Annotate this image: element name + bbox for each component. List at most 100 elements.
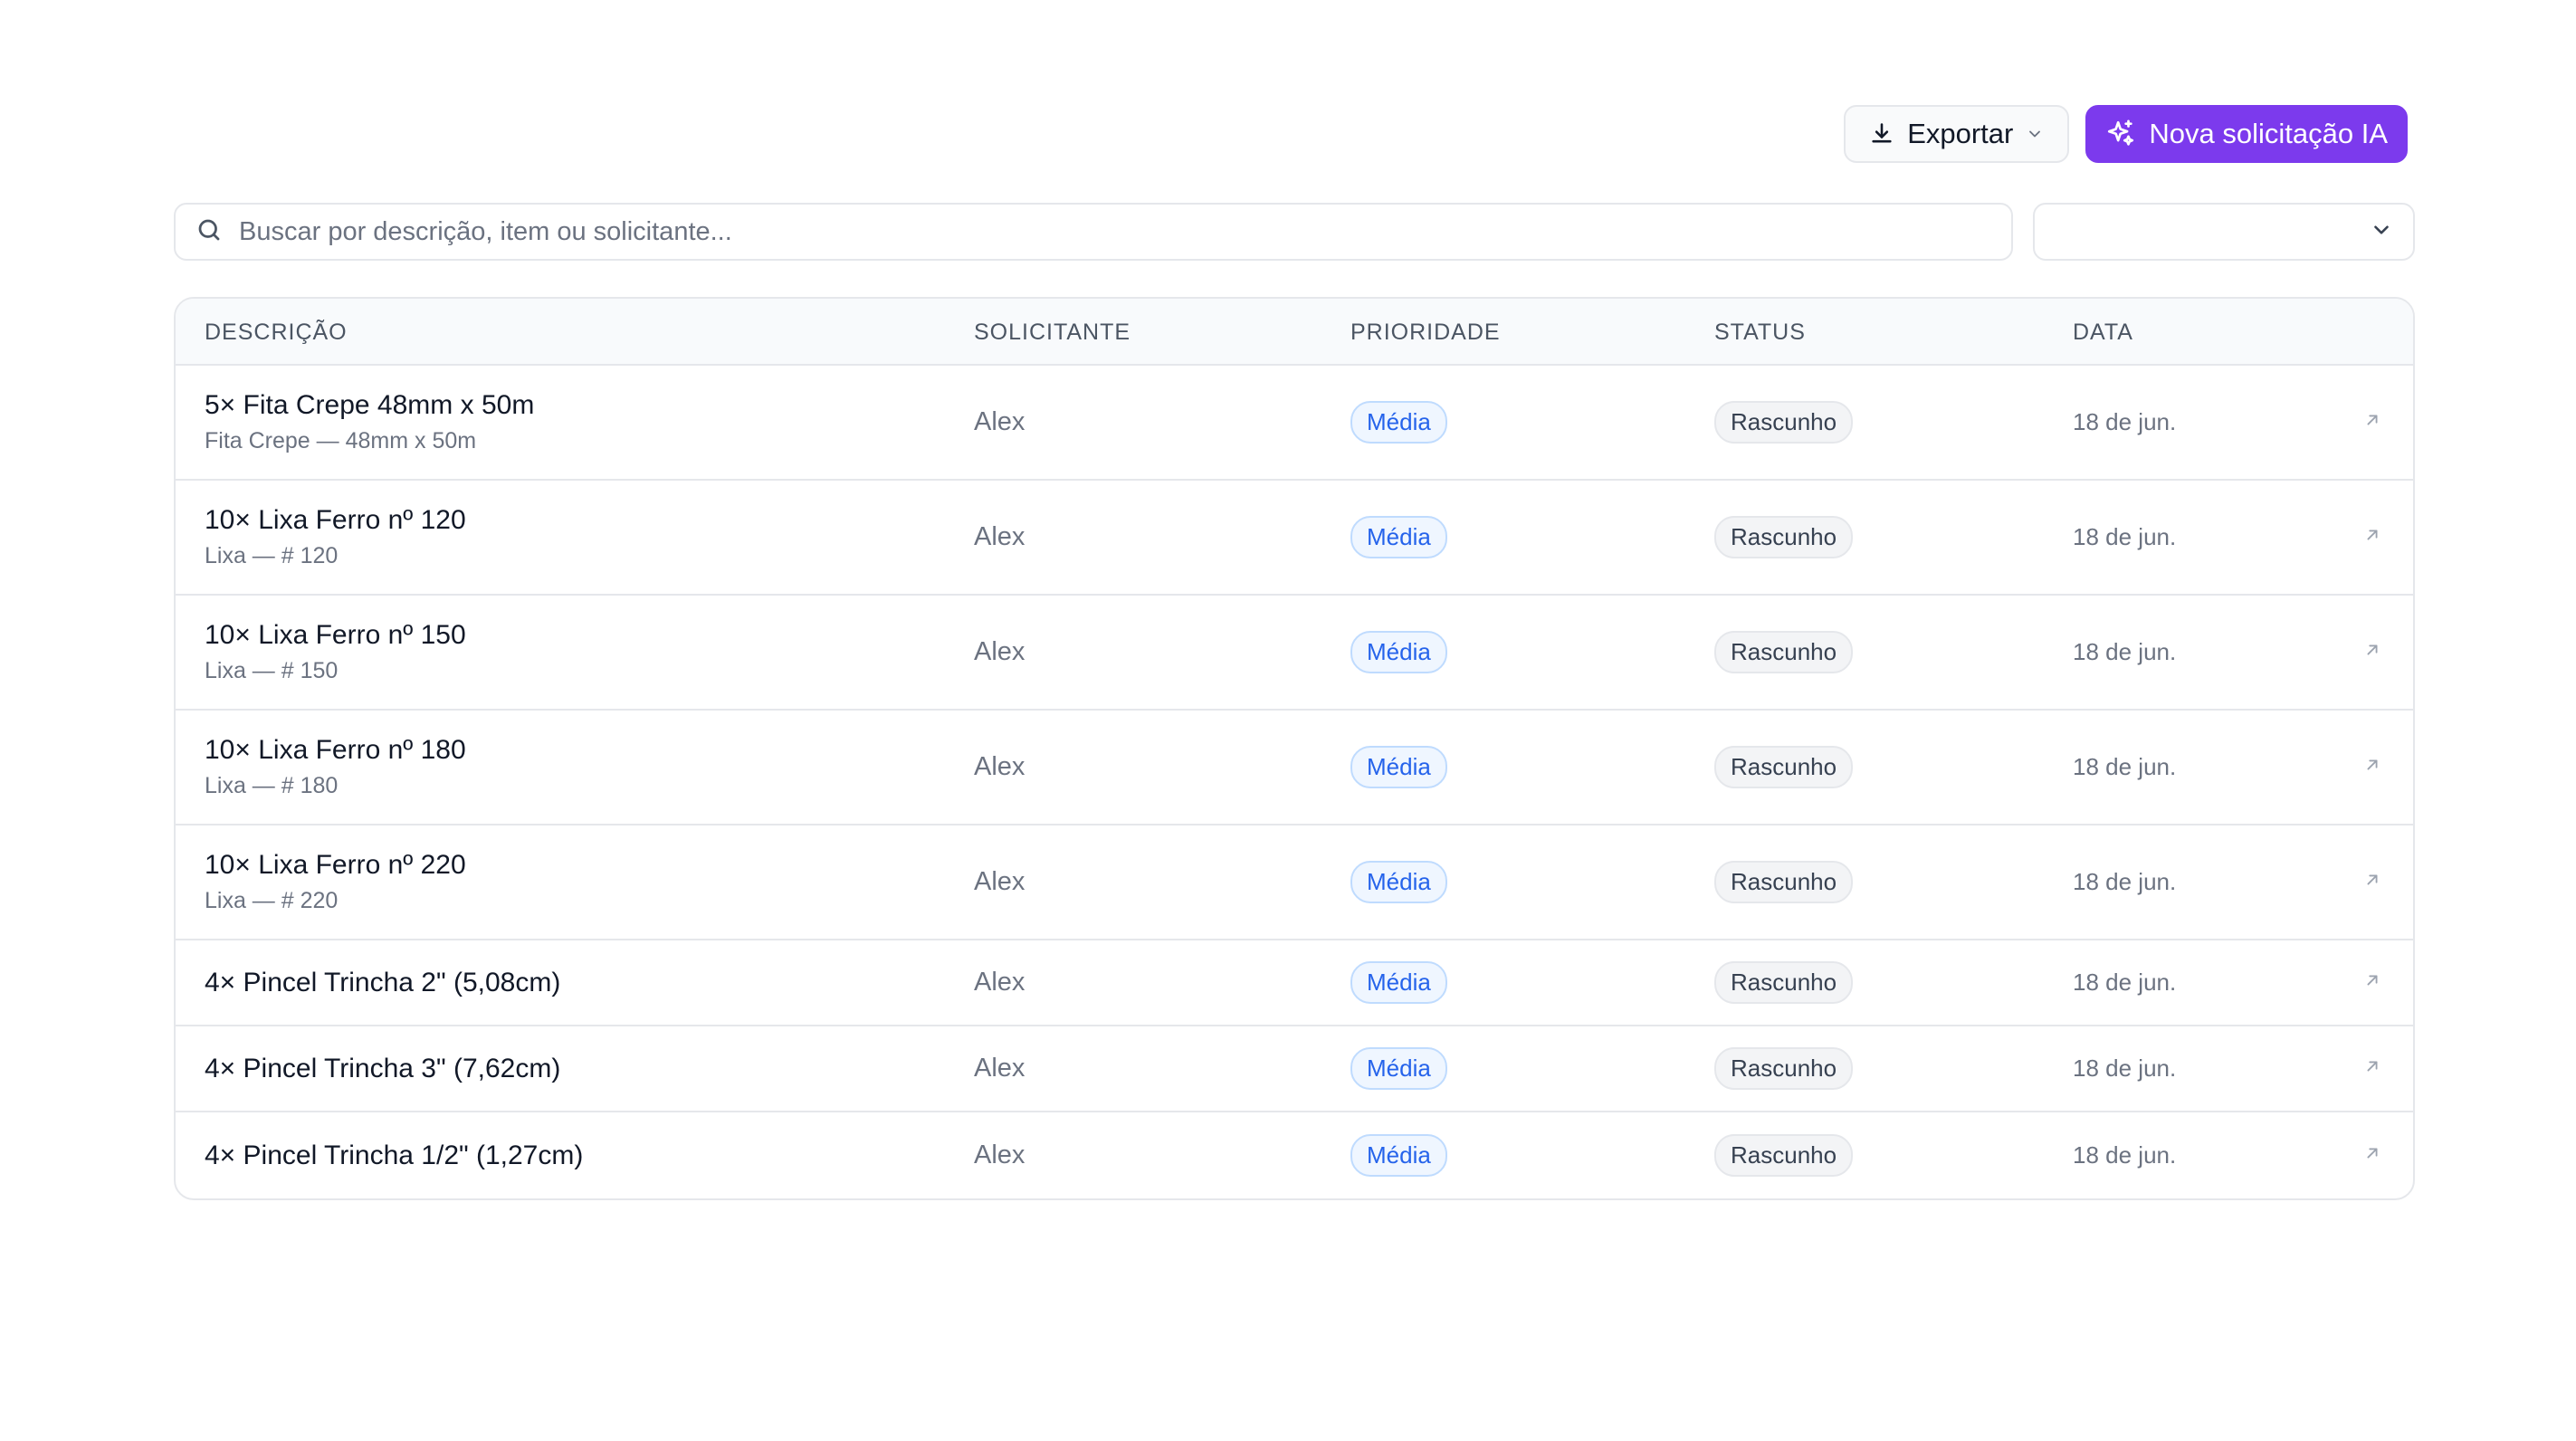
table-body: 5× Fita Crepe 48mm x 50m Fita Crepe — 48m… [176, 366, 2413, 1198]
header-prioridade[interactable]: PRIORIDADE [1350, 299, 1501, 366]
date-cell: 18 de jun. [2073, 1112, 2176, 1198]
status-cell: Rascunho [1714, 940, 1854, 1025]
date-value: 18 de jun. [2073, 1141, 2177, 1169]
date-value: 18 de jun. [2073, 868, 2177, 895]
table-row[interactable]: 10× Lixa Ferro nº 180 Lixa — # 180 Alex Méd… [176, 711, 2413, 825]
priority-cell: Média [1350, 825, 1447, 939]
priority-badge: Média [1350, 861, 1447, 903]
table-row[interactable]: 4× Pincel Trincha 3" (7,62cm) Alex Média Ra… [176, 1026, 2413, 1112]
status-cell: Rascunho [1714, 481, 1854, 594]
date-cell: 18 de jun. [2073, 596, 2176, 709]
description-subtitle: Lixa — # 150 [205, 658, 339, 683]
open-link[interactable] [2362, 1112, 2382, 1198]
export-button[interactable]: Exportar [1844, 105, 2070, 163]
requester-name: Alex [974, 1140, 1026, 1169]
open-link[interactable] [2362, 1026, 2382, 1111]
status-badge: Rascunho [1714, 961, 1854, 1004]
requester-cell: Alex [974, 1112, 1025, 1198]
priority-cell: Média [1350, 1026, 1447, 1111]
requester-name: Alex [974, 522, 1026, 551]
status-badge: Rascunho [1714, 1047, 1854, 1090]
priority-cell: Média [1350, 596, 1447, 709]
open-link[interactable] [2362, 940, 2382, 1025]
arrow-up-right-icon [2362, 1143, 2382, 1168]
download-icon [1869, 121, 1894, 147]
priority-badge: Média [1350, 746, 1447, 788]
requester-cell: Alex [974, 366, 1025, 479]
arrow-up-right-icon [2362, 870, 2382, 894]
requester-name: Alex [974, 752, 1026, 781]
priority-cell: Média [1350, 711, 1447, 824]
new-ai-request-button[interactable]: Nova solicitação IA [2085, 105, 2408, 163]
status-badge: Rascunho [1714, 861, 1854, 903]
header-data[interactable]: DATA [2073, 299, 2133, 366]
description-cell: 4× Pincel Trincha 1/2" (1,27cm) [205, 1112, 583, 1198]
requester-name: Alex [974, 1054, 1026, 1083]
date-cell: 18 de jun. [2073, 825, 2176, 939]
description-cell: 4× Pincel Trincha 3" (7,62cm) [205, 1026, 560, 1111]
export-label: Exportar [1907, 118, 2014, 149]
table-row[interactable]: 10× Lixa Ferro nº 220 Lixa — # 220 Alex Méd… [176, 825, 2413, 940]
date-cell: 18 de jun. [2073, 481, 2176, 594]
header-status[interactable]: STATUS [1714, 299, 1806, 366]
requester-cell: Alex [974, 481, 1025, 594]
priority-badge: Média [1350, 401, 1447, 444]
header-solicitante[interactable]: SOLICITANTE [974, 299, 1131, 366]
status-badge: Rascunho [1714, 631, 1854, 673]
priority-badge: Média [1350, 961, 1447, 1004]
search-input[interactable] [239, 216, 1991, 247]
date-value: 18 de jun. [2073, 753, 2177, 780]
date-value: 18 de jun. [2073, 969, 2177, 996]
chevron-down-icon [2370, 218, 2393, 246]
table-row[interactable]: 4× Pincel Trincha 2" (5,08cm) Alex Média Ra… [176, 940, 2413, 1026]
arrow-up-right-icon [2362, 525, 2382, 549]
requester-name: Alex [974, 407, 1026, 436]
date-value: 18 de jun. [2073, 1055, 2177, 1082]
date-value: 18 de jun. [2073, 408, 2177, 435]
priority-cell: Média [1350, 366, 1447, 479]
description-title: 4× Pincel Trincha 2" (5,08cm) [205, 967, 561, 997]
description-cell: 10× Lixa Ferro nº 150 Lixa — # 150 [205, 596, 466, 709]
chevron-down-icon [2026, 125, 2044, 143]
requester-name: Alex [974, 637, 1026, 666]
description-title: 4× Pincel Trincha 1/2" (1,27cm) [205, 1140, 584, 1170]
open-link[interactable] [2362, 596, 2382, 709]
table-row[interactable]: 5× Fita Crepe 48mm x 50m Fita Crepe — 48m… [176, 366, 2413, 481]
table-row[interactable]: 10× Lixa Ferro nº 150 Lixa — # 150 Alex Méd… [176, 596, 2413, 711]
arrow-up-right-icon [2362, 640, 2382, 664]
new-ai-request-label: Nova solicitação IA [2149, 118, 2388, 149]
open-link[interactable] [2362, 711, 2382, 824]
status-badge: Rascunho [1714, 401, 1854, 444]
priority-badge: Média [1350, 516, 1447, 558]
description-subtitle: Fita Crepe — 48mm x 50m [205, 428, 477, 453]
description-subtitle: Lixa — # 180 [205, 773, 339, 798]
priority-cell: Média [1350, 1112, 1447, 1198]
description-title: 10× Lixa Ferro nº 180 [205, 735, 466, 765]
toolbar: Exportar Nova solicitação IA [1844, 105, 2408, 163]
description-subtitle: Lixa — # 220 [205, 888, 339, 913]
status-cell: Rascunho [1714, 1112, 1854, 1198]
description-title: 10× Lixa Ferro nº 150 [205, 620, 466, 650]
description-title: 4× Pincel Trincha 3" (7,62cm) [205, 1053, 561, 1083]
priority-badge: Média [1350, 631, 1447, 673]
status-cell: Rascunho [1714, 711, 1854, 824]
status-cell: Rascunho [1714, 366, 1854, 479]
header-descricao[interactable]: DESCRIÇÃO [205, 299, 348, 366]
description-cell: 10× Lixa Ferro nº 180 Lixa — # 180 [205, 711, 466, 824]
open-link[interactable] [2362, 481, 2382, 594]
table-row[interactable]: 4× Pincel Trincha 1/2" (1,27cm) Alex Média… [176, 1112, 2413, 1198]
status-badge: Rascunho [1714, 746, 1854, 788]
priority-badge: Média [1350, 1134, 1447, 1177]
status-filter-select[interactable] [2033, 203, 2415, 261]
priority-badge: Média [1350, 1047, 1447, 1090]
description-title: 10× Lixa Ferro nº 220 [205, 850, 466, 880]
table-row[interactable]: 10× Lixa Ferro nº 120 Lixa — # 120 Alex Méd… [176, 481, 2413, 596]
status-badge: Rascunho [1714, 516, 1854, 558]
status-badge: Rascunho [1714, 1134, 1854, 1177]
status-cell: Rascunho [1714, 1026, 1854, 1111]
open-link[interactable] [2362, 825, 2382, 939]
date-cell: 18 de jun. [2073, 711, 2176, 824]
search-box [174, 203, 2013, 261]
description-subtitle: Lixa — # 120 [205, 543, 339, 568]
open-link[interactable] [2362, 366, 2382, 479]
